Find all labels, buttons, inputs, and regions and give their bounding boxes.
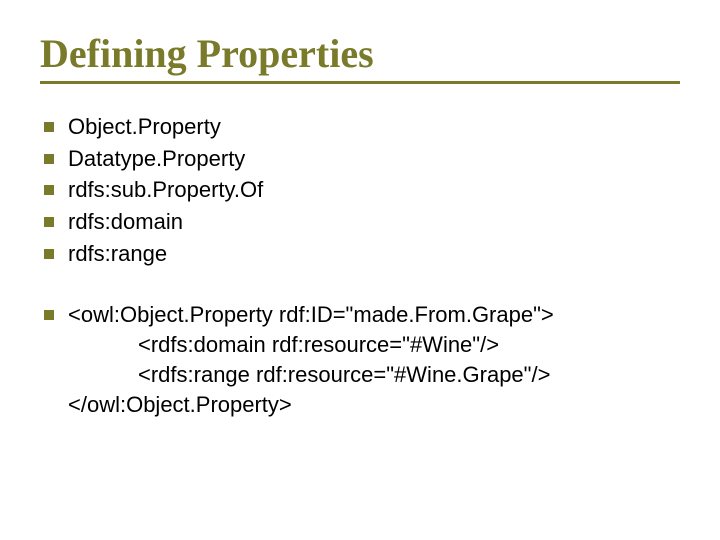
list-item-label: rdfs:domain [68, 207, 680, 237]
square-bullet-icon [44, 185, 54, 195]
bullet-list: Object.Property Datatype.Property rdfs:s… [40, 112, 680, 268]
list-item: Datatype.Property [40, 144, 680, 174]
page-title: Defining Properties [40, 30, 680, 77]
list-item-label: Datatype.Property [68, 144, 680, 174]
square-bullet-icon [44, 249, 54, 259]
code-line: </owl:Object.Property> [68, 390, 680, 420]
list-item-label: rdfs:range [68, 239, 680, 269]
list-item: <owl:Object.Property rdf:ID="made.From.G… [40, 300, 680, 419]
list-item-label: rdfs:sub.Property.Of [68, 175, 680, 205]
list-item-label: Object.Property [68, 112, 680, 142]
title-underline [40, 81, 680, 84]
code-block: <owl:Object.Property rdf:ID="made.From.G… [68, 300, 680, 419]
square-bullet-icon [44, 122, 54, 132]
code-line: <rdfs:domain rdf:resource="#Wine"/> [68, 330, 680, 360]
code-line: <rdfs:range rdf:resource="#Wine.Grape"/> [68, 360, 680, 390]
square-bullet-icon [44, 154, 54, 164]
list-item: Object.Property [40, 112, 680, 142]
square-bullet-icon [44, 310, 54, 320]
code-line: <owl:Object.Property rdf:ID="made.From.G… [68, 300, 680, 330]
list-item: rdfs:range [40, 239, 680, 269]
slide: Defining Properties Object.Property Data… [0, 0, 720, 540]
list-item: rdfs:sub.Property.Of [40, 175, 680, 205]
square-bullet-icon [44, 217, 54, 227]
list-item: rdfs:domain [40, 207, 680, 237]
